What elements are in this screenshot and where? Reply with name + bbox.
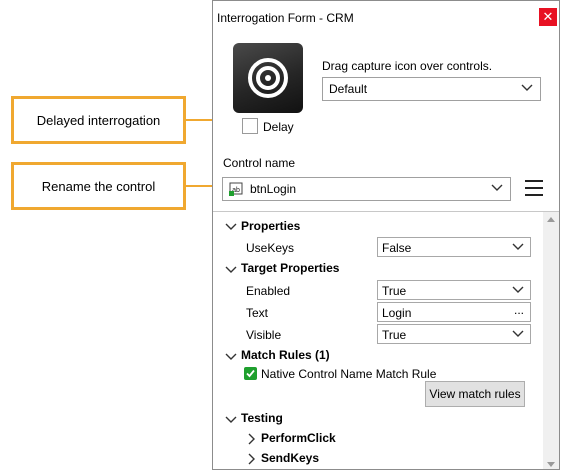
testing-item-sendkeys[interactable]: SendKeys: [261, 451, 319, 465]
match-rule-checkbox[interactable]: [244, 367, 257, 380]
text-label: Text: [246, 306, 269, 320]
chevron-down-icon: [521, 84, 533, 91]
enabled-label: Enabled: [246, 284, 291, 298]
chevron-down-icon[interactable]: [224, 352, 238, 362]
window-title: Interrogation Form - CRM: [217, 11, 354, 25]
property-grid: Properties UseKeys False Target Properti…: [213, 211, 559, 469]
control-name-dropdown[interactable]: ab btnLogin: [222, 177, 511, 201]
chevron-right-icon[interactable]: [247, 452, 257, 466]
visible-value: True: [382, 328, 407, 342]
scroll-down-icon[interactable]: [547, 462, 555, 468]
hamburger-menu-icon[interactable]: [525, 180, 543, 198]
ellipsis-button[interactable]: ...: [514, 303, 524, 317]
match-rule-label: Native Control Name Match Rule: [261, 367, 437, 381]
chevron-down-icon[interactable]: [224, 222, 238, 232]
chevron-down-icon[interactable]: [224, 265, 238, 275]
close-button[interactable]: ✕: [539, 8, 557, 26]
testing-item-performclick[interactable]: PerformClick: [261, 431, 336, 445]
view-match-rules-button[interactable]: View match rules: [425, 381, 525, 407]
callout-rename-text: Rename the control: [41, 178, 156, 194]
chevron-right-icon[interactable]: [247, 432, 257, 446]
section-testing: Testing: [241, 411, 283, 425]
capture-hint-text: Drag capture icon over controls.: [322, 59, 493, 73]
text-value: Login: [382, 306, 412, 320]
callout-delayed-text: Delayed interrogation: [36, 112, 161, 128]
enabled-value: True: [382, 284, 407, 298]
title-bar: Interrogation Form - CRM ✕: [213, 1, 559, 35]
control-name-label: Control name: [223, 156, 296, 170]
close-icon: ✕: [542, 9, 554, 24]
callout-delayed-interrogation: Delayed interrogation: [11, 96, 186, 144]
capture-icon[interactable]: [233, 43, 303, 113]
chevron-down-icon: [512, 330, 524, 337]
chevron-down-icon: [512, 286, 524, 293]
visible-label: Visible: [246, 328, 282, 342]
usekeys-dropdown[interactable]: False: [377, 237, 531, 257]
section-properties: Properties: [241, 219, 301, 233]
delay-label: Delay: [263, 120, 294, 134]
vertical-scrollbar[interactable]: [543, 212, 559, 469]
section-target-properties: Target Properties: [241, 261, 340, 275]
control-type-icon: ab: [229, 182, 243, 196]
interrogation-mode-dropdown[interactable]: Default: [322, 77, 541, 101]
target-icon: [248, 58, 288, 98]
view-match-rules-label: View match rules: [429, 387, 521, 401]
interrogation-mode-value: Default: [329, 82, 368, 96]
enabled-dropdown[interactable]: True: [377, 280, 531, 300]
chevron-down-icon: [512, 243, 524, 250]
chevron-down-icon: [491, 184, 503, 191]
usekeys-label: UseKeys: [246, 241, 295, 255]
control-name-value: btnLogin: [250, 182, 297, 196]
text-field[interactable]: Login ...: [377, 302, 531, 322]
delay-checkbox[interactable]: [242, 118, 258, 134]
section-match-rules: Match Rules (1): [241, 348, 330, 362]
interrogation-form-window: Interrogation Form - CRM ✕ Drag capture …: [212, 0, 560, 470]
scroll-up-icon[interactable]: [547, 216, 555, 222]
callout-rename-control: Rename the control: [11, 162, 186, 210]
usekeys-value: False: [382, 241, 412, 255]
checkmark-icon: [246, 369, 255, 378]
visible-dropdown[interactable]: True: [377, 324, 531, 344]
chevron-down-icon[interactable]: [224, 415, 238, 425]
